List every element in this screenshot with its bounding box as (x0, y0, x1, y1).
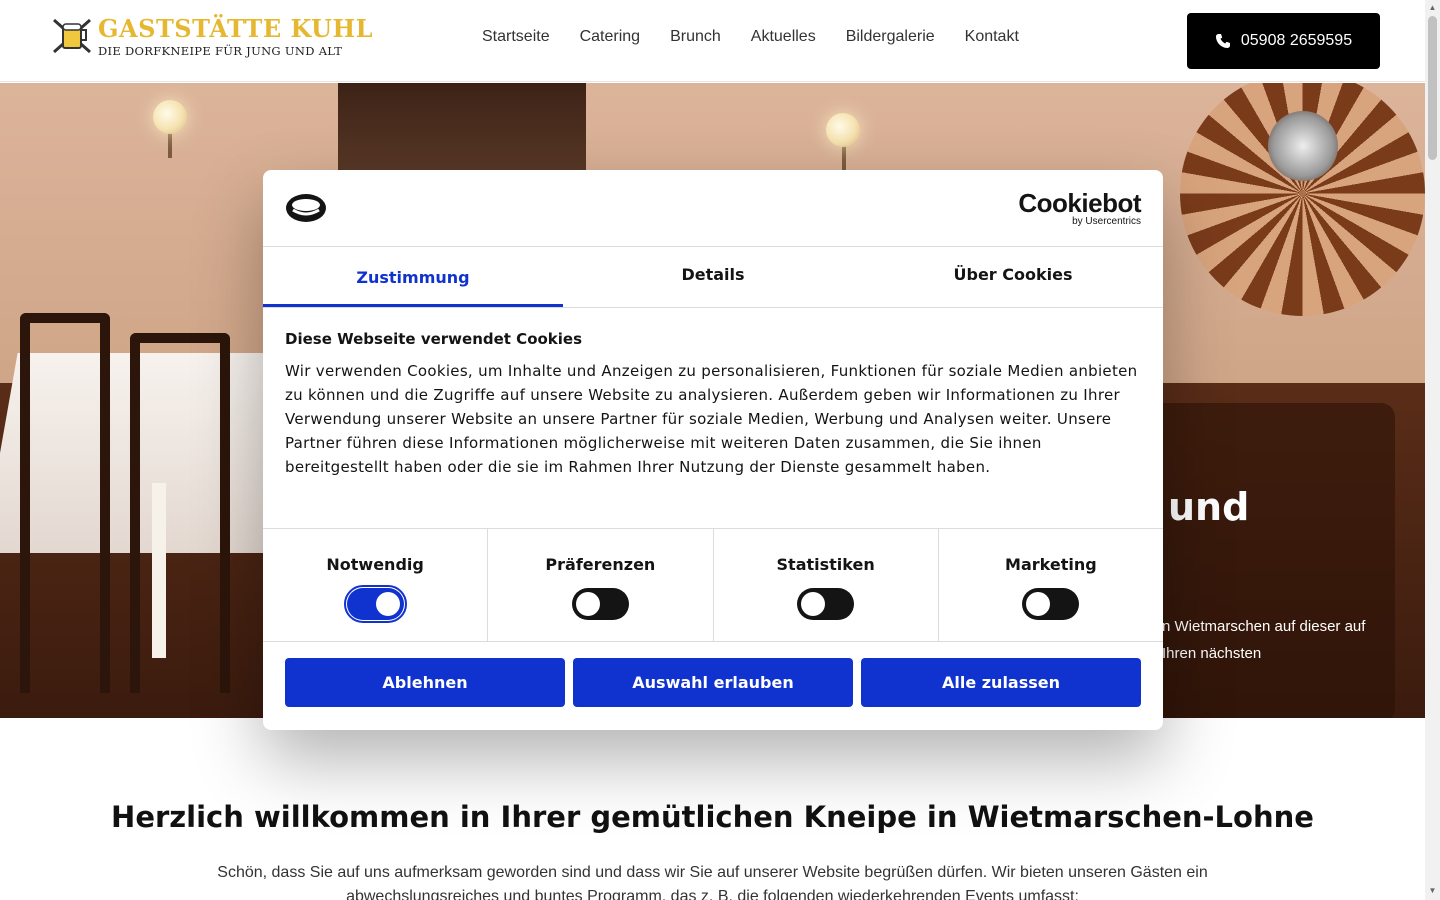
decorative-wheel-center (1268, 111, 1338, 181)
hero-chair (20, 313, 110, 693)
intro-text: Schön, dass Sie auf uns aufmerksam gewor… (217, 864, 1208, 900)
site-logo[interactable]: GASTSTÄTTE KUHL DIE DORFKNEIPE FÜR JUNG … (50, 14, 373, 64)
nav-startseite[interactable]: Startseite (482, 28, 550, 46)
hero-chair (130, 333, 230, 693)
nav-aktuelles[interactable]: Aktuelles (751, 28, 816, 46)
cookie-category-toggles: Notwendig Präferenzen Statistiken Market… (263, 528, 1163, 642)
toggle-label-statistiken: Statistiken (776, 555, 875, 574)
cookiebot-brand[interactable]: Cookiebot by Usercentrics (1018, 190, 1141, 228)
beer-mug-logo-icon (53, 18, 91, 54)
cookie-consent-dialog: Cookiebot by Usercentrics Zustimmung Det… (263, 170, 1163, 730)
toggle-group-statistiken: Statistiken (714, 529, 939, 641)
toggle-group-notwendig: Notwendig (263, 529, 489, 641)
scroll-down-arrow-icon[interactable]: ▼ (1428, 886, 1437, 895)
hero-text: n Wietmarschen auf dieser auf Ihren näch… (1162, 618, 1366, 662)
nav-kontakt[interactable]: Kontakt (965, 28, 1019, 46)
main-navigation: Startseite Catering Brunch Aktuelles Bil… (482, 28, 1019, 46)
page-scrollbar[interactable]: ▲ ▼ (1425, 0, 1440, 900)
cookiebot-brand-name: Cookiebot (1018, 188, 1141, 218)
toggle-group-marketing: Marketing (939, 529, 1163, 641)
hero-shelf (338, 83, 586, 178)
toggle-praeferenzen[interactable] (571, 588, 629, 620)
phone-button[interactable]: 05908 2659595 (1187, 13, 1380, 69)
hero-heading: und (1168, 485, 1250, 529)
phone-icon (1215, 34, 1230, 48)
nav-bildergalerie[interactable]: Bildergalerie (846, 28, 935, 46)
scroll-up-arrow-icon[interactable]: ▲ (1428, 3, 1437, 12)
hero-candle (152, 483, 166, 658)
cookie-buttons: Ablehnen Auswahl erlauben Alle zulassen (285, 658, 1141, 707)
cookie-dialog-header: Cookiebot by Usercentrics (263, 170, 1163, 247)
toggle-statistiken[interactable] (797, 588, 855, 620)
toggle-label-praeferenzen: Präferenzen (545, 555, 656, 574)
nav-brunch[interactable]: Brunch (670, 28, 721, 46)
tab-ueber-cookies[interactable]: Über Cookies (863, 247, 1163, 307)
toggle-group-praeferenzen: Präferenzen (488, 529, 714, 641)
logo-subtitle: DIE DORFKNEIPE FÜR JUNG UND ALT (98, 44, 343, 58)
allow-all-button[interactable]: Alle zulassen (861, 658, 1141, 707)
wall-lamp-icon (826, 113, 860, 147)
decline-button[interactable]: Ablehnen (285, 658, 565, 707)
cookie-tabs: Zustimmung Details Über Cookies (263, 247, 1163, 308)
cookie-logo-icon (286, 194, 326, 222)
phone-number: 05908 2659595 (1240, 32, 1353, 49)
site-header: GASTSTÄTTE KUHL DIE DORFKNEIPE FÜR JUNG … (0, 0, 1425, 82)
welcome-heading: Herzlich willkommen in Ihrer gemütlichen… (111, 800, 1314, 834)
scroll-thumb[interactable] (1428, 16, 1437, 160)
tab-zustimmung[interactable]: Zustimmung (263, 247, 563, 307)
toggle-label-marketing: Marketing (1005, 555, 1097, 574)
logo-title: GASTSTÄTTE KUHL (98, 14, 373, 43)
tab-details[interactable]: Details (563, 247, 863, 307)
cookie-body: Diese Webseite verwendet Cookies Wir ver… (285, 330, 1141, 479)
cookie-description: Wir verwenden Cookies, um Inhalte und An… (285, 362, 1138, 476)
cookie-heading: Diese Webseite verwendet Cookies (285, 330, 583, 348)
allow-selection-button[interactable]: Auswahl erlauben (573, 658, 853, 707)
wall-lamp-icon (153, 100, 187, 134)
toggle-marketing[interactable] (1022, 588, 1080, 620)
toggle-notwendig[interactable] (343, 585, 407, 623)
nav-catering[interactable]: Catering (580, 28, 640, 46)
toggle-label-notwendig: Notwendig (326, 555, 424, 574)
